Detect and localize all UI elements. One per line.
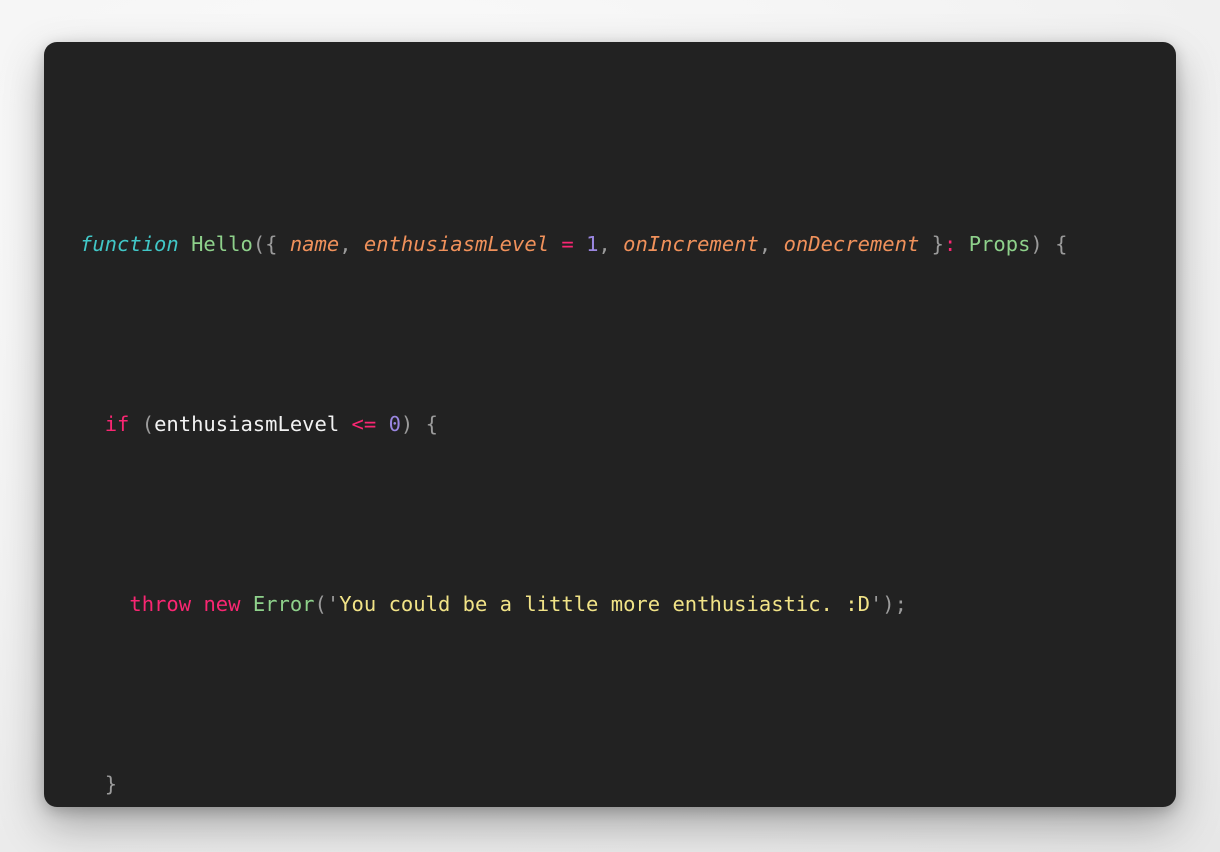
- token-quote-open: ': [326, 592, 340, 616]
- page-root: function Hello({ name, enthusiasmLevel =…: [0, 0, 1220, 852]
- token-operator-lte: <=: [339, 412, 389, 436]
- token-keyword-if: if: [104, 412, 130, 436]
- token-error-constructor: Error: [252, 592, 315, 616]
- token-close-paren-semi: );: [882, 592, 907, 616]
- token-close-brace: }: [104, 772, 118, 796]
- code-card: function Hello({ name, enthusiasmLevel =…: [44, 42, 1176, 807]
- code-line-1: function Hello({ name, enthusiasmLevel =…: [80, 226, 1140, 262]
- token-param-onincrement: onIncrement: [623, 232, 759, 256]
- token-number-one: 1: [586, 232, 599, 256]
- token-close-paren: ): [400, 412, 426, 436]
- token-param-enthusiasmlevel: enthusiasmLevel: [363, 232, 550, 256]
- token-colon: :: [944, 232, 969, 256]
- token-equals: =: [549, 232, 587, 256]
- token-ident-enthusiasmlevel: enthusiasmLevel: [154, 412, 340, 436]
- code-line-2: if (enthusiasmLevel <= 0) {: [80, 406, 1140, 442]
- token-open-brace: {: [425, 412, 438, 436]
- token-body-open-brace: {: [1055, 232, 1068, 256]
- token-open-paren: (: [129, 412, 155, 436]
- token-type-props: Props: [968, 232, 1031, 256]
- token-function-keyword: function: [80, 232, 179, 256]
- token-param-name: name: [289, 232, 340, 256]
- token-keyword-throw: throw: [129, 592, 192, 616]
- code-line-4: }: [80, 766, 1140, 802]
- token-keyword-new: new: [203, 592, 241, 616]
- token-param-ondecrement: onDecrement: [783, 232, 920, 256]
- code-line-3: throw new Error('You could be a little m…: [80, 586, 1140, 622]
- code-editor-content[interactable]: function Hello({ name, enthusiasmLevel =…: [44, 42, 1176, 807]
- token-comma: ,: [339, 232, 364, 256]
- token-comma: ,: [758, 232, 784, 256]
- token-function-name: Hello: [191, 232, 253, 256]
- token-number-zero: 0: [388, 412, 401, 436]
- token-open-paren: (: [314, 592, 327, 616]
- token-close-paren: ): [1030, 232, 1056, 256]
- token-close-brace: }: [919, 232, 945, 256]
- token-string-error-message: You could be a little more enthusiastic.…: [339, 592, 870, 616]
- token-open-paren-brace: ({: [252, 232, 290, 256]
- token-comma: ,: [598, 232, 624, 256]
- token-quote-close: ': [869, 592, 883, 616]
